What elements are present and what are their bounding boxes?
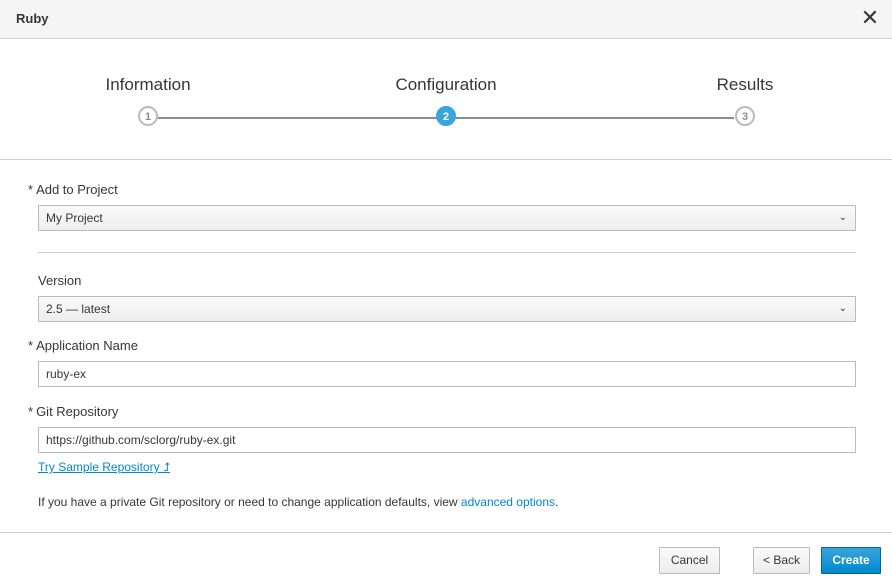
- app-name-label-text: Application Name: [36, 338, 138, 353]
- chevron-down-icon: ⌄: [838, 303, 847, 314]
- version-select[interactable]: 2.5 — latest ⌄: [38, 296, 856, 322]
- close-icon[interactable]: ✕: [860, 7, 880, 29]
- advanced-options-link[interactable]: advanced options: [461, 495, 555, 509]
- required-marker: *: [28, 338, 34, 353]
- step-configuration-label[interactable]: Configuration: [395, 75, 496, 95]
- step-2-indicator[interactable]: 2: [436, 106, 456, 126]
- chevron-down-icon: ⌄: [838, 212, 847, 223]
- required-marker: *: [28, 404, 34, 419]
- app-name-label: * Application Name: [28, 338, 138, 353]
- create-button[interactable]: Create: [821, 547, 881, 574]
- dialog-title: Ruby: [16, 11, 49, 26]
- version-label-text: Version: [38, 273, 82, 288]
- step-results-label[interactable]: Results: [717, 75, 774, 95]
- advanced-options-hint: If you have a private Git repository or …: [38, 495, 558, 509]
- project-select[interactable]: My Project ⌄: [38, 205, 856, 231]
- project-label: * Add to Project: [28, 182, 118, 197]
- git-repo-input[interactable]: https://github.com/sclorg/ruby-ex.git: [38, 427, 856, 453]
- app-name-input[interactable]: ruby-ex: [38, 361, 856, 387]
- required-marker: *: [28, 182, 34, 197]
- project-label-text: Add to Project: [36, 182, 118, 197]
- step-1-indicator[interactable]: 1: [138, 106, 158, 126]
- project-select-value: My Project: [46, 211, 103, 225]
- try-sample-repository-link[interactable]: Try Sample Repository ⮥: [38, 460, 170, 475]
- git-repo-label: * Git Repository: [28, 404, 118, 419]
- back-button[interactable]: < Back: [753, 547, 810, 574]
- dialog-header: Ruby ✕: [0, 0, 892, 39]
- hint-text: If you have a private Git repository or …: [38, 495, 461, 509]
- form-divider: [38, 252, 856, 253]
- git-repo-label-text: Git Repository: [36, 404, 119, 419]
- wizard-steps: Information 1 Configuration 2 Results 3: [0, 39, 892, 160]
- version-select-value: 2.5 — latest: [46, 302, 111, 316]
- step-3-indicator[interactable]: 3: [735, 106, 755, 126]
- hint-end: .: [555, 495, 559, 509]
- version-label: Version: [38, 273, 81, 288]
- cancel-button[interactable]: Cancel: [659, 547, 720, 574]
- step-information-label[interactable]: Information: [105, 75, 190, 95]
